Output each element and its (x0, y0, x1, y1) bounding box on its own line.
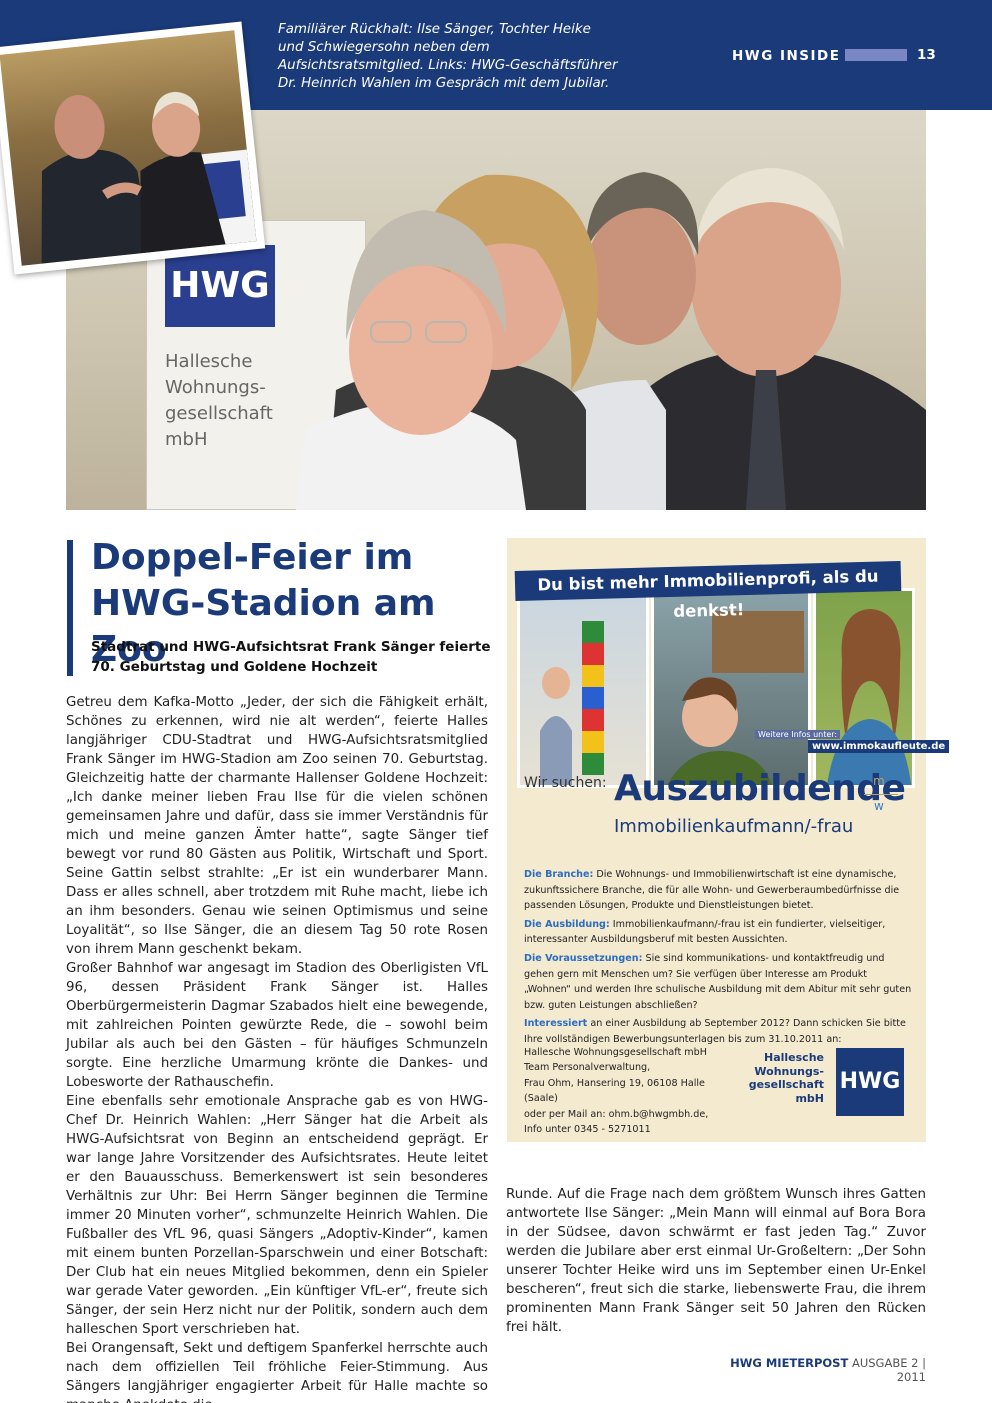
ad-detail-ausbildung: Die Ausbildung: Immobilienkaufmann/-frau… (524, 917, 912, 948)
ad-company-name: Hallesche Wohnungs- gesellschaft mbH (748, 1051, 824, 1105)
ad-subtitle: Immobilienkaufmann/-frau (614, 816, 854, 837)
job-advertisement: Du bist mehr Immobilienprofi, als du den… (507, 538, 950, 1142)
footer-issue: AUSGABE 2 | 2011 (851, 1356, 926, 1384)
ad-photo-child (517, 588, 649, 788)
ad-gender-m: m (873, 774, 885, 788)
inset-people (41, 91, 257, 264)
ad-hwg-logo: HWG (836, 1048, 904, 1116)
article-paragraph: Getreu dem Kafka-Motto „Jeder, der sich … (66, 695, 488, 957)
article-paragraph: Eine ebenfalls sehr emotionale Ansprache… (66, 1094, 488, 1337)
ad-detail-voraussetzungen: Die Voraussetzungen: Sie sind kommunikat… (524, 951, 912, 1013)
article-paragraph: Großer Bahnhof war angesagt im Stadion d… (66, 961, 488, 1090)
article-paragraph: Runde. Auf die Frage nach dem größtem Wu… (506, 1187, 926, 1335)
inset-photo-image (0, 30, 257, 266)
page-number: 13 (917, 47, 936, 63)
ad-detail-interessiert: Interessiert an einer Ausbildung ab Sept… (524, 1016, 912, 1047)
ad-photo-girl-image (827, 609, 912, 785)
ad-gender-divider (864, 794, 898, 795)
photo-caption: Familiärer Rückhalt: Ilse Sänger, Tochte… (278, 22, 618, 91)
ad-url-link[interactable]: www.immokaufleute.de (808, 740, 950, 753)
ad-seek-label: Wir suchen: (524, 775, 607, 791)
ad-title: Auszubildende (614, 768, 906, 809)
ad-detail-key: Interessiert (524, 1018, 588, 1030)
ad-gender-w: w (874, 799, 884, 813)
ad-photo-child-image (540, 621, 604, 785)
ad-detail-key: Die Branche: (524, 869, 594, 880)
footer-publication: HWG MIETERPOST (730, 1356, 849, 1370)
ad-detail-key: Die Ausbildung: (524, 918, 610, 930)
inset-photo (0, 21, 266, 275)
section-label: HWG INSIDE (732, 48, 841, 64)
page-footer: HWG MIETERPOST AUSGABE 2 | 2011 (722, 1356, 926, 1384)
article-column-1: Getreu dem Kafka-Motto „Jeder, der sich … (66, 693, 488, 1403)
ad-photo-girl (813, 588, 915, 788)
ad-url-prefix: Weitere Infos unter: (755, 730, 841, 739)
ad-detail-branche: Die Branche: Die Wohnungs- und Immobilie… (524, 867, 912, 914)
article-subhead: Stadtrat und HWG-Aufsichtsrat Frank Säng… (91, 639, 491, 675)
headline-rule (67, 540, 73, 676)
ad-details: Die Branche: Die Wohnungs- und Immobilie… (524, 867, 912, 1051)
ad-detail-key: Die Voraussetzungen: (524, 952, 643, 964)
article-column-2: Runde. Auf die Frage nach dem größtem Wu… (506, 1185, 926, 1337)
ad-contact-address: Hallesche Wohnungsgesellschaft mbH Team … (524, 1047, 709, 1136)
article-paragraph: Bei Orangensaft, Sekt und deftigem Spanf… (66, 1341, 488, 1403)
section-bar (845, 49, 907, 61)
